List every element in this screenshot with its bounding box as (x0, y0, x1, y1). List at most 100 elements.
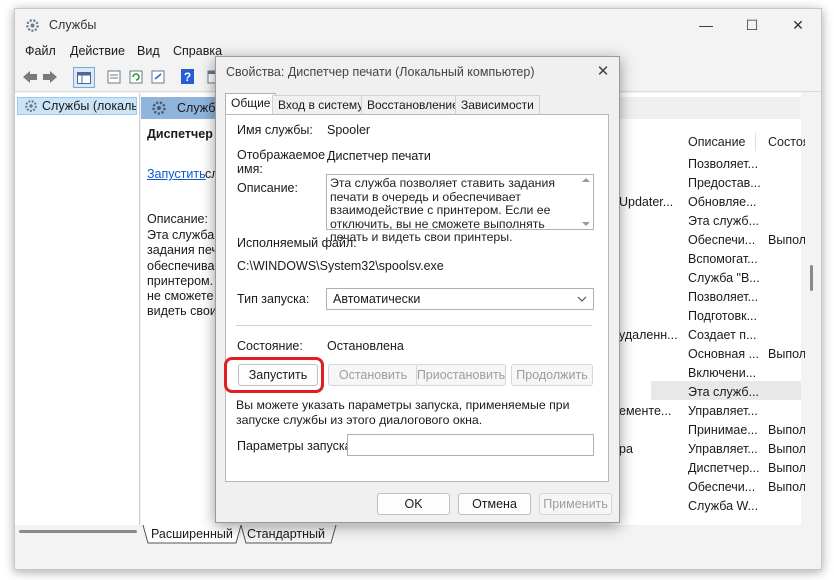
service-name-cell (619, 271, 679, 290)
description-box[interactable]: Эта служба позволяет ставить задания печ… (326, 174, 594, 244)
maximize-button[interactable]: ☐ (729, 9, 775, 41)
service-name-cell (619, 233, 679, 252)
service-state-cell: Выполня (768, 423, 808, 437)
dialog-close-button[interactable]: ✕ (590, 60, 616, 82)
service-description-cell: Предостав... (688, 176, 760, 190)
service-description-cell: Диспетчер... (688, 461, 760, 475)
service-description-cell: Эта служб... (688, 214, 760, 228)
service-state-cell (768, 214, 808, 233)
service-state-cell (768, 195, 808, 214)
back-arrow-icon[interactable] (21, 68, 38, 85)
start-service-link[interactable]: Запустить (147, 167, 206, 181)
pause-button[interactable]: Приостановить (416, 364, 506, 386)
stop-button[interactable]: Остановить (328, 364, 418, 386)
service-state-cell (768, 309, 808, 328)
menu-view[interactable]: Вид (137, 44, 160, 58)
service-state-cell (768, 176, 808, 195)
service-description-cell: Обеспечи... (688, 233, 756, 247)
view-tabs: Расширенный Стандартный (141, 525, 441, 545)
service-description-cell: Позволяет... (688, 157, 759, 171)
ok-button[interactable]: OK (377, 493, 450, 515)
console-tree-icon[interactable] (73, 67, 95, 88)
start-params-input[interactable] (347, 434, 594, 456)
title-bar: Службы — ☐ ✕ (15, 9, 821, 41)
service-state-cell (768, 366, 808, 385)
service-state-cell: Выполня (768, 442, 808, 456)
service-name-cell (619, 480, 679, 499)
service-state-cell: Выполня (768, 480, 808, 494)
apply-button[interactable]: Применить (539, 493, 612, 515)
gear-icon (26, 19, 39, 32)
display-name-value: Диспетчер печати (327, 149, 431, 163)
window-title: Службы (49, 18, 97, 32)
service-description-cell: Вспомогат... (688, 252, 758, 266)
display-name-label: Отображаемое имя: (237, 148, 326, 176)
service-description-cell: Служба "В... (688, 271, 760, 285)
description-scrollbar[interactable] (579, 175, 593, 229)
start-button[interactable]: Запустить (238, 364, 318, 386)
service-description-cell: Служба W... (688, 499, 759, 513)
tab-recovery[interactable]: Восстановление (361, 95, 465, 114)
gear-icon (25, 100, 37, 112)
service-name-cell (619, 252, 679, 271)
column-divider (755, 133, 756, 151)
gear-icon (152, 101, 166, 115)
description-label: Описание: (237, 181, 298, 195)
detail-description-text: Эта служба п задания печа обеспечивае пр… (147, 228, 222, 319)
startup-type-select[interactable]: Автоматически (326, 288, 594, 310)
tab-logon[interactable]: Вход в систему (272, 95, 370, 114)
service-state-cell (768, 290, 808, 309)
tree-item-services[interactable]: Службы (локалы (17, 97, 137, 115)
pane-header-label: Служб (177, 101, 216, 115)
service-name-cell (619, 385, 679, 404)
refresh-icon[interactable] (127, 68, 144, 85)
service-name-label: Имя службы: (237, 123, 313, 137)
service-description-cell: Управляет... (688, 404, 758, 418)
service-state-cell (768, 328, 808, 347)
vertical-scrollbar[interactable] (805, 93, 819, 525)
service-name-cell (619, 309, 679, 328)
menu-action[interactable]: Действие (70, 44, 125, 58)
service-description-cell: Подготовк... (688, 309, 757, 323)
forward-arrow-icon[interactable] (41, 68, 58, 85)
service-description-cell: Основная ... (688, 347, 759, 361)
startup-type-label: Тип запуска: (237, 292, 310, 306)
service-description-cell: Управляет... (688, 442, 758, 456)
service-state-cell (768, 252, 808, 271)
service-name-cell (619, 461, 679, 480)
exe-label: Исполняемый файл: (237, 236, 357, 250)
tab-dependencies[interactable]: Зависимости (455, 95, 540, 114)
service-name-cell (619, 214, 679, 233)
minimize-button[interactable]: — (683, 9, 729, 41)
tree-item-label: Службы (локалы (42, 99, 137, 113)
separator (236, 325, 592, 326)
console-tree: Службы (локалы (15, 93, 140, 533)
status-label: Состояние: (237, 339, 303, 353)
help-icon[interactable]: ? (181, 69, 194, 84)
column-header-description[interactable]: Описание (688, 135, 746, 149)
tab-general[interactable]: Общие (225, 93, 277, 115)
service-name-cell: ементе... (619, 404, 672, 418)
service-name-cell (619, 290, 679, 309)
service-description-cell: Эта служб... (688, 385, 760, 399)
service-name-cell: ра (619, 442, 633, 456)
cancel-button[interactable]: Отмена (458, 493, 531, 515)
service-name-cell (619, 366, 679, 385)
service-description-cell: Создает п... (688, 328, 757, 342)
tab-extended[interactable]: Расширенный (145, 525, 239, 543)
service-description-cell: Обеспечи... (688, 480, 756, 494)
exe-path: C:\WINDOWS\System32\spoolsv.exe (237, 259, 444, 273)
scroll-thumb[interactable] (19, 530, 137, 533)
tab-standard[interactable]: Стандартный (241, 525, 331, 543)
service-description-cell: Включени... (688, 366, 757, 380)
chevron-down-icon (577, 296, 587, 302)
service-description-cell: Позволяет... (688, 290, 759, 304)
service-state-cell (768, 404, 808, 423)
properties-icon[interactable] (105, 68, 122, 85)
resume-button[interactable]: Продолжить (511, 364, 593, 386)
close-button[interactable]: ✕ (775, 9, 821, 41)
export-list-icon[interactable] (149, 68, 166, 85)
menu-file[interactable]: Файл (25, 44, 56, 58)
service-name-cell (619, 347, 679, 366)
scroll-thumb[interactable] (810, 265, 813, 291)
